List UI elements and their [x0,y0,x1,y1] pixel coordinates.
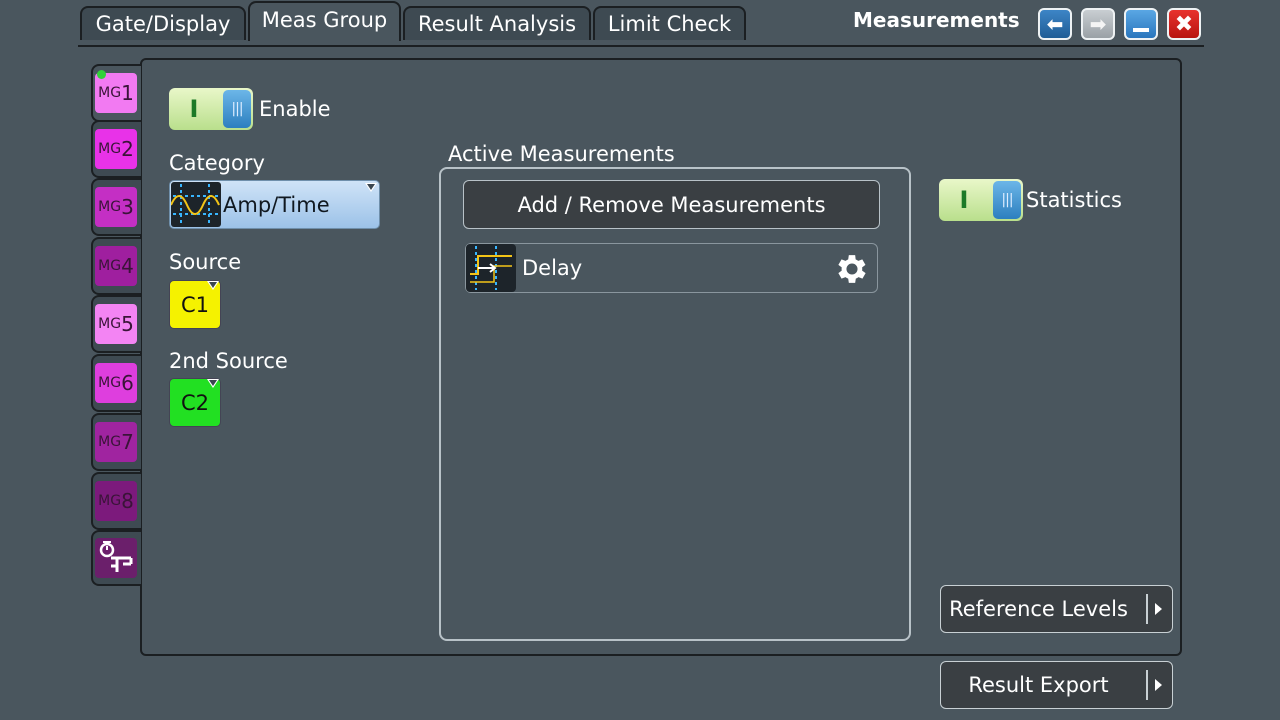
mg-tab-6[interactable]: MG 6 [91,354,141,412]
minimize-button[interactable] [1124,8,1158,40]
mg-chip: MG 5 [95,304,137,344]
category-value: Amp/Time [223,192,330,217]
second-source-value: C2 [180,390,210,415]
toggle-on-label: I [959,186,969,214]
mg-tab-gate-settings[interactable] [91,530,141,586]
arrow-left-icon: ⬅ [1046,12,1064,36]
dropdown-caret-icon [207,379,219,388]
source-label: Source [169,250,242,274]
tab-meas-group[interactable]: Meas Group [248,1,401,41]
statistics-toggle[interactable]: I ||| [939,179,1023,221]
forward-button[interactable]: ➡ [1081,8,1115,40]
mg-chip [95,538,137,578]
submenu-arrow-icon [1146,594,1168,624]
measurement-item-delay[interactable]: Delay [465,243,878,293]
tab-gate-display[interactable]: Gate/Display [80,6,246,40]
enable-label: Enable [259,97,331,121]
tab-label: Meas Group [261,8,388,32]
tab-label: Limit Check [607,12,732,36]
category-label: Category [169,151,265,175]
measurement-name: Delay [522,256,583,280]
second-source-label: 2nd Source [169,349,288,373]
tabs-underline [78,45,1204,47]
mg-tab-2[interactable]: MG 2 [91,120,141,178]
arrow-right-icon: ➡ [1089,12,1107,36]
stopwatch-gate-icon [99,541,133,572]
reference-levels-button[interactable]: Reference Levels [940,585,1173,633]
tab-label: Result Analysis [417,12,577,36]
minimize-icon [1133,28,1149,32]
enable-toggle[interactable]: I ||| [169,88,253,130]
active-indicator-dot [97,70,106,79]
close-icon: ✖ [1174,11,1194,37]
mg-tab-1[interactable]: MG 1 [91,64,141,122]
button-label: Result Export [968,673,1109,697]
tab-limit-check[interactable]: Limit Check [593,6,746,40]
active-measurements-label: Active Measurements [448,142,675,166]
gear-icon[interactable] [833,250,871,288]
mg-chip: MG 2 [95,129,137,169]
close-button[interactable]: ✖ [1167,8,1201,40]
window-title: Measurements [853,8,1020,32]
toggle-on-label: I [189,95,199,123]
category-dropdown[interactable]: Amp/Time [169,180,380,229]
mg-chip: MG 4 [95,246,137,286]
tab-label: Gate/Display [95,12,231,36]
toggle-knob: ||| [223,90,251,128]
mg-chip: MG 1 [95,73,137,113]
tab-result-analysis[interactable]: Result Analysis [403,6,591,40]
amp-time-icon [171,182,221,227]
toggle-knob: ||| [993,181,1021,219]
mg-tab-3[interactable]: MG 3 [91,178,141,236]
submenu-arrow-icon [1146,670,1168,700]
active-measurements-box [439,167,911,641]
mg-tab-7[interactable]: MG 7 [91,413,141,471]
mg-chip: MG 8 [95,481,137,521]
mg-chip: MG 3 [95,187,137,227]
mg-tab-5[interactable]: MG 5 [91,295,141,353]
add-remove-measurements-button[interactable]: Add / Remove Measurements [463,180,880,229]
mg-tab-8[interactable]: MG 8 [91,472,141,530]
button-label: Reference Levels [949,597,1128,621]
mg-chip: MG 7 [95,422,137,462]
statistics-label: Statistics [1026,188,1122,212]
second-source-selector[interactable]: C2 [169,378,221,427]
dropdown-caret-icon [365,183,377,192]
back-button[interactable]: ⬅ [1038,8,1072,40]
source-value: C1 [180,292,210,317]
delay-icon [466,244,516,292]
dropdown-caret-icon [207,281,219,290]
result-export-button[interactable]: Result Export [940,661,1173,709]
mg-chip: MG 6 [95,363,137,403]
mg-tab-4[interactable]: MG 4 [91,237,141,295]
source-selector[interactable]: C1 [169,280,221,329]
